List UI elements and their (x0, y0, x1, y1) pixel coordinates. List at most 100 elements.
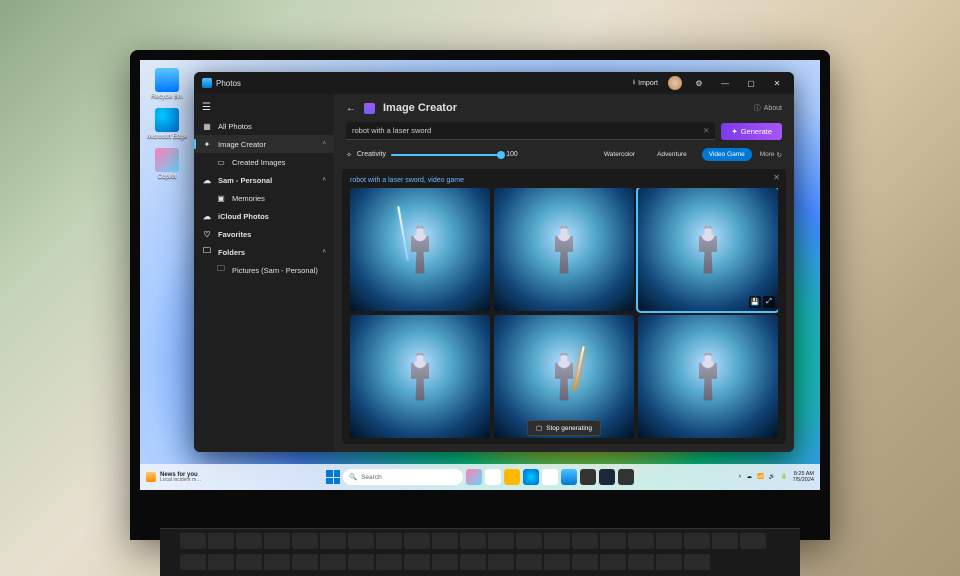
gallery-icon: ▦ (202, 121, 212, 131)
taskbar-app-edge[interactable] (523, 469, 539, 485)
taskbar-app-store[interactable] (542, 469, 558, 485)
sidebar-item-memories[interactable]: ▣ Memories (194, 189, 334, 207)
main-header: ← Image Creator ⓘ About (334, 94, 794, 118)
more-label: More (760, 151, 775, 158)
results-panel: ✕ robot with a laser sword, video game 💾… (342, 169, 786, 444)
save-thumb-button[interactable]: 💾 (749, 296, 761, 308)
sidebar-item-label: Created Images (232, 158, 285, 167)
result-thumb-2[interactable] (494, 188, 634, 311)
tray-volume-icon[interactable]: 🔊 (769, 474, 776, 480)
window-title: Photos (216, 79, 241, 88)
page-title: Image Creator (383, 102, 746, 114)
result-thumb-6[interactable] (638, 315, 778, 438)
result-thumb-4[interactable] (350, 315, 490, 438)
creativity-label: Creativity (357, 151, 386, 158)
style-pill-video-game[interactable]: Video Game (702, 148, 752, 161)
hamburger-button[interactable]: ☰ (194, 98, 334, 117)
tray-wifi-icon[interactable]: 📶 (757, 474, 764, 480)
style-pill-watercolor[interactable]: Watercolor (597, 148, 642, 161)
slider-thumb[interactable] (497, 151, 505, 159)
sidebar-item-image-creator[interactable]: ✦ Image Creator ˄ (194, 135, 334, 153)
sidebar-item-icloud[interactable]: ☁ iCloud Photos (194, 207, 334, 225)
sidebar-item-label: Favorites (218, 230, 251, 239)
results-caption: robot with a laser sword, video game (350, 175, 778, 188)
desktop-icon-label: Copilot (158, 174, 177, 180)
taskbar-center: 🔍 Search (260, 469, 700, 485)
sidebar-item-label: iCloud Photos (218, 212, 269, 221)
desktop-icon-recycle-bin[interactable]: Recycle Bin (144, 68, 190, 100)
close-button[interactable]: ✕ (764, 72, 790, 94)
minimize-icon: — (721, 79, 729, 88)
tray-onedrive-icon[interactable]: ☁ (747, 474, 753, 480)
about-button[interactable]: ⓘ About (754, 103, 782, 113)
desktop-icon-copilot[interactable]: Copilot (144, 148, 190, 180)
result-thumb-1[interactable] (350, 188, 490, 311)
sidebar-item-all-photos[interactable]: ▦ All Photos (194, 117, 334, 135)
memories-icon: ▣ (216, 193, 226, 203)
maximize-button[interactable]: ▢ (738, 72, 764, 94)
sidebar-item-account[interactable]: ☁ Sam - Personal ˄ (194, 171, 334, 189)
info-icon: ⓘ (754, 103, 761, 113)
stop-generating-button[interactable]: ▢ Stop generating (527, 420, 601, 436)
taskbar-tray: ˄ ☁ 📶 🔊 🔋 8:25 AM 7/5/2024 (700, 471, 820, 483)
recycle-bin-icon (155, 68, 179, 92)
expand-thumb-button[interactable]: ⤢ (763, 296, 775, 308)
photos-window: Photos ⭳ Import ⚙ — ▢ ✕ ☰ ▦ All Ph (194, 72, 794, 452)
user-avatar[interactable] (668, 76, 682, 90)
settings-button[interactable]: ⚙ (686, 72, 712, 94)
photo-backdrop: Recycle Bin Microsoft Edge Copilot Photo… (0, 0, 960, 576)
sidebar: ☰ ▦ All Photos ✦ Image Creator ˄ ▭ Creat… (194, 94, 334, 452)
titlebar[interactable]: Photos ⭳ Import ⚙ — ▢ ✕ (194, 72, 794, 94)
tray-chevron-icon[interactable]: ˄ (738, 474, 741, 480)
start-button[interactable] (326, 470, 340, 484)
sidebar-item-folder-pictures[interactable]: 🗀 Pictures (Sam - Personal) (194, 261, 334, 279)
more-styles-button[interactable]: More ↻ (760, 151, 782, 159)
sidebar-item-created-images[interactable]: ▭ Created Images (194, 153, 334, 171)
taskbar-app-photos[interactable] (561, 469, 577, 485)
folder-icon: ▭ (216, 157, 226, 167)
folder-icon: 🗀 (216, 265, 226, 275)
taskbar-app-misc[interactable] (618, 469, 634, 485)
taskbar-app-task-view[interactable] (485, 469, 501, 485)
creativity-slider[interactable] (391, 154, 501, 156)
photos-app-icon (202, 78, 212, 88)
sidebar-item-label: Folders (218, 248, 245, 257)
sidebar-item-label: Image Creator (218, 140, 266, 149)
generate-button[interactable]: ✦ Generate (721, 123, 782, 140)
minimize-button[interactable]: — (712, 72, 738, 94)
sidebar-item-label: Pictures (Sam - Personal) (232, 266, 318, 275)
back-button[interactable]: ← (346, 103, 356, 114)
icloud-icon: ☁ (202, 211, 212, 221)
taskbar-app-explorer[interactable] (504, 469, 520, 485)
chevron-up-icon: ˄ (322, 177, 326, 183)
taskbar-search[interactable]: 🔍 Search (343, 469, 463, 485)
import-button[interactable]: ⭳ Import (627, 76, 664, 91)
search-icon: 🔍 (349, 473, 357, 481)
creativity-value: 100 (506, 151, 518, 158)
clear-input-button[interactable]: ✕ (703, 126, 709, 135)
taskbar-app-xbox[interactable] (580, 469, 596, 485)
style-pill-adventure[interactable]: Adventure (650, 148, 694, 161)
taskbar-app-copilot[interactable] (466, 469, 482, 485)
sidebar-item-folders[interactable]: 🗀 Folders ˄ (194, 243, 334, 261)
gear-icon: ⚙ (695, 79, 702, 88)
chevron-up-icon: ˄ (322, 141, 326, 147)
close-icon: ✕ (774, 79, 781, 88)
sparkle-icon: ✦ (202, 139, 212, 149)
sidebar-item-favorites[interactable]: ♡ Favorites (194, 225, 334, 243)
tray-battery-icon[interactable]: 🔋 (781, 474, 788, 480)
news-icon (146, 472, 156, 482)
creativity-control: ✧ Creativity 100 (346, 151, 589, 159)
desktop-icon-edge[interactable]: Microsoft Edge (144, 108, 190, 140)
taskbar-clock[interactable]: 8:25 AM 7/5/2024 (793, 471, 814, 483)
result-thumb-3[interactable]: 💾 ⤢ (638, 188, 778, 311)
taskbar-widgets-button[interactable]: News for you Local incident m… (140, 472, 260, 483)
main-panel: ← Image Creator ⓘ About robot with a las… (334, 94, 794, 452)
results-close-button[interactable]: ✕ (773, 173, 780, 182)
clock-date: 7/5/2024 (793, 477, 814, 483)
laptop-screen: Recycle Bin Microsoft Edge Copilot Photo… (140, 60, 820, 490)
prompt-input[interactable]: robot with a laser sword ✕ (346, 122, 715, 140)
taskbar-app-steam[interactable] (599, 469, 615, 485)
widget-subtitle: Local incident m… (160, 478, 201, 483)
refresh-icon: ↻ (777, 151, 782, 159)
